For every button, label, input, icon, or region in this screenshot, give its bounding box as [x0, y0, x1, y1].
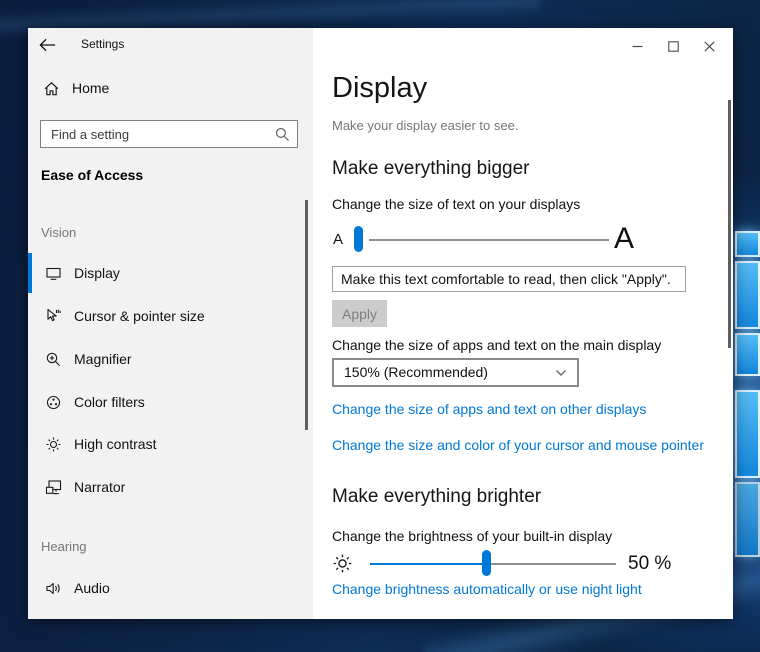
sidebar-item-high-contrast[interactable]: High contrast: [28, 424, 313, 464]
selected-indicator: [28, 253, 32, 293]
main-scrollbar[interactable]: [728, 100, 731, 348]
brightness-value: 50 %: [628, 553, 672, 574]
back-button[interactable]: [38, 34, 66, 56]
sidebar-item-label: Cursor & pointer size: [74, 308, 205, 324]
display-icon: [45, 265, 62, 282]
sidebar-item-cursor-pointer-size[interactable]: Cursor & pointer size: [28, 296, 313, 336]
sidebar-item-label: Color filters: [74, 394, 145, 410]
brightness-slider-thumb[interactable]: [482, 550, 491, 576]
text-size-slider: A A: [332, 223, 672, 257]
search-icon: [275, 127, 290, 142]
minimize-icon: [632, 41, 643, 52]
sidebar-item-narrator[interactable]: Narrator: [28, 467, 313, 507]
maximize-button[interactable]: [655, 34, 691, 58]
main-content: Display Make your display easier to see.…: [313, 28, 733, 619]
close-icon: [703, 40, 715, 52]
desktop-wallpaper: Settings Home Ease of Access Vision: [0, 0, 760, 652]
section-heading-brighter: Make everything brighter: [332, 486, 542, 507]
section-heading-bigger: Make everything bigger: [332, 158, 530, 179]
link-other-displays[interactable]: Change the size of apps and text on othe…: [332, 401, 646, 417]
link-night-light[interactable]: Change brightness automatically or use n…: [332, 581, 642, 597]
text-size-label: Change the size of text on your displays: [332, 196, 581, 212]
sidebar-item-label: Display: [74, 265, 120, 281]
sidebar-item-color-filters[interactable]: Color filters: [28, 382, 313, 422]
sidebar-item-home[interactable]: Home: [28, 70, 313, 106]
sidebar-item-label: Audio: [74, 580, 110, 596]
wallpaper-window-pane: [735, 390, 760, 478]
text-size-slider-thumb[interactable]: [354, 226, 363, 252]
sidebar: Settings Home Ease of Access Vision: [28, 28, 313, 619]
audio-icon: [45, 580, 62, 597]
text-size-slider-track[interactable]: [369, 239, 609, 241]
back-arrow-icon: [38, 37, 66, 53]
wallpaper-window-pane: [735, 333, 760, 376]
apply-button[interactable]: Apply: [332, 300, 387, 327]
dropdown-selected-value: 150% (Recommended): [344, 364, 488, 380]
page-subtitle: Make your display easier to see.: [332, 118, 519, 133]
color-filters-icon: [45, 394, 62, 411]
sidebar-item-label: Magnifier: [74, 351, 132, 367]
sidebar-item-audio[interactable]: Audio: [28, 568, 313, 608]
high-contrast-icon: [45, 436, 62, 453]
app-size-label: Change the size of apps and text on the …: [332, 337, 662, 353]
window-controls: [619, 34, 727, 58]
narrator-icon: [45, 479, 62, 496]
maximize-icon: [667, 40, 679, 52]
brightness-slider-fill: [370, 563, 487, 565]
slider-max-label: A: [614, 222, 635, 255]
wallpaper-window-pane: [735, 261, 760, 329]
sidebar-section-title: Ease of Access: [41, 167, 144, 183]
wallpaper-window-pane: [735, 482, 760, 557]
slider-min-label: A: [333, 231, 344, 248]
home-icon: [43, 80, 60, 97]
search-input[interactable]: [41, 121, 297, 147]
sidebar-item-label: Narrator: [74, 479, 126, 495]
sidebar-item-magnifier[interactable]: Magnifier: [28, 339, 313, 379]
sidebar-scrollbar[interactable]: [305, 200, 308, 430]
brightness-label: Change the brightness of your built-in d…: [332, 528, 613, 544]
wallpaper-window-pane: [735, 231, 760, 257]
sidebar-item-label: High contrast: [74, 436, 157, 452]
cursor-pointer-icon: [45, 308, 62, 325]
sidebar-group-vision: Vision: [41, 225, 77, 240]
minimize-button[interactable]: [619, 34, 655, 58]
sidebar-item-label: Home: [72, 80, 110, 96]
search-box: [40, 120, 298, 148]
brightness-slider: 50 %: [332, 547, 712, 581]
app-title: Settings: [81, 37, 125, 51]
chevron-down-icon: [555, 369, 567, 377]
close-button[interactable]: [691, 34, 727, 58]
settings-window: Settings Home Ease of Access Vision: [28, 28, 733, 619]
sidebar-group-hearing: Hearing: [41, 539, 87, 554]
text-size-preview: Make this text comfortable to read, then…: [332, 266, 686, 292]
page-title: Display: [332, 72, 428, 104]
link-cursor-pointer[interactable]: Change the size and color of your cursor…: [332, 437, 704, 453]
magnifier-icon: [45, 351, 62, 368]
brightness-sun-icon: [332, 553, 353, 574]
app-size-dropdown[interactable]: 150% (Recommended): [332, 358, 579, 387]
sidebar-item-display[interactable]: Display: [28, 253, 313, 293]
